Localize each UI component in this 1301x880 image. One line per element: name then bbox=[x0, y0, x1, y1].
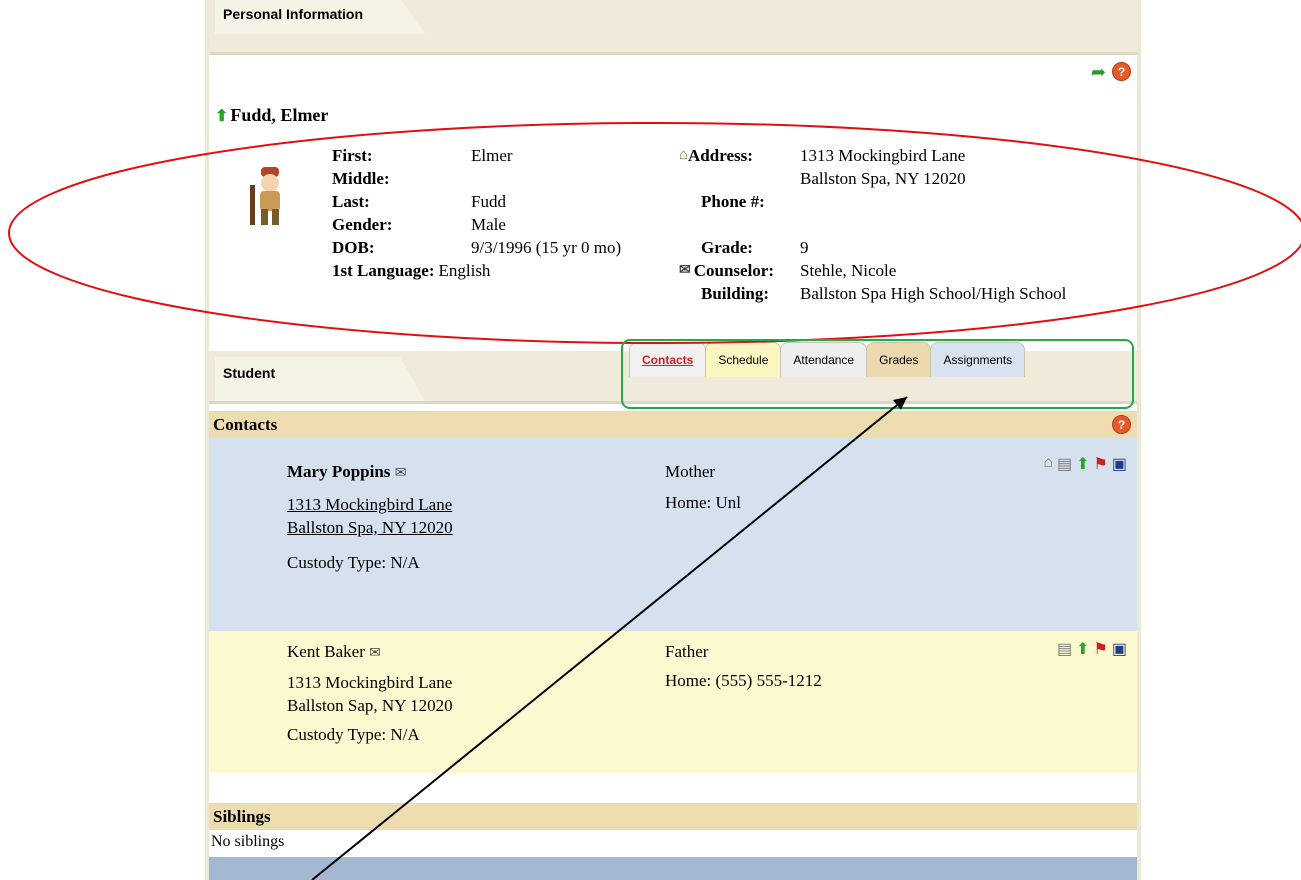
student-avatar bbox=[250, 167, 280, 225]
contact-card-2: Kent Baker ✉ 1313 Mockingbird Lane Balls… bbox=[209, 631, 1137, 773]
info-row-grade: Grade: 9 bbox=[701, 238, 809, 257]
student-panel: Personal Information ➦ ? ⬆ Fudd, Elmer F… bbox=[205, 0, 1141, 880]
help-icon[interactable]: ? bbox=[1112, 62, 1131, 81]
contact-address: 1313 Mockingbird Lane Ballston Sap, NY 1… bbox=[287, 673, 453, 715]
flag-icon[interactable]: ⚑ bbox=[1094, 454, 1108, 474]
contacts-header: Contacts ? bbox=[209, 411, 1137, 438]
info-row-last: Last: Fudd bbox=[332, 192, 506, 211]
tab-contacts[interactable]: Contacts bbox=[629, 342, 707, 377]
email-icon[interactable]: ✉ bbox=[395, 466, 407, 481]
up-arrow-icon[interactable]: ⬆ bbox=[1076, 639, 1089, 659]
info-row-address: ⌂ Address: 1313 Mockingbird Lane bbox=[679, 146, 966, 165]
header-icons: ➦ ? bbox=[1091, 62, 1131, 81]
contact-card-1: Mary Poppins ✉ 1313 Mockingbird Lane Bal… bbox=[209, 438, 1137, 631]
share-arrow-icon[interactable]: ➦ bbox=[1091, 63, 1106, 81]
email-icon[interactable]: ✉ bbox=[679, 259, 691, 282]
info-row-building: Building: Ballston Spa High School/High S… bbox=[701, 284, 1067, 303]
info-row-dob: DOB: 9/3/1996 (15 yr 0 mo) bbox=[332, 238, 622, 257]
info-row-first: First: Elmer bbox=[332, 146, 513, 165]
bottom-bar bbox=[209, 857, 1137, 880]
tab-attendance[interactable]: Attendance bbox=[780, 342, 868, 377]
contact-2-actions: ▤ ⬆ ⚑ ▣ bbox=[1057, 639, 1127, 659]
document-icon[interactable]: ▤ bbox=[1057, 639, 1072, 659]
contact-name: Mary Poppins bbox=[287, 462, 391, 481]
tab-assignments[interactable]: Assignments bbox=[930, 342, 1026, 377]
siblings-text: No siblings bbox=[211, 833, 285, 850]
student-info-right: ⌂ Address: 1313 Mockingbird Lane Ballston… bbox=[679, 146, 1067, 303]
student-info-left: First: Elmer Middle: Last: Fudd Gender: Mal… bbox=[332, 144, 621, 282]
info-row-language: 1st Language: English bbox=[332, 261, 491, 280]
info-row-gender: Gender: Male bbox=[332, 215, 506, 234]
contact-1-actions: ⌂ ▤ ⬆ ⚑ ▣ bbox=[1043, 454, 1127, 474]
info-row-counselor: ✉ Counselor: Stehle, Nicole bbox=[679, 259, 897, 282]
flag-icon[interactable]: ⚑ bbox=[1094, 639, 1108, 659]
contact-address-link[interactable]: 1313 Mockingbird Lane Ballston Spa, NY 1… bbox=[287, 493, 453, 539]
contact-name: Kent Baker bbox=[287, 642, 365, 661]
house-icon: ⌂ bbox=[679, 147, 689, 163]
up-arrow-icon[interactable]: ⬆ bbox=[1076, 454, 1089, 474]
page-tab-bar: Contacts Schedule Attendance Grades Assi… bbox=[629, 342, 1026, 377]
email-icon[interactable]: ✉ bbox=[369, 646, 381, 661]
house-icon[interactable]: ⌂ bbox=[1043, 454, 1053, 474]
info-row-phone: Phone #: bbox=[701, 192, 765, 211]
tab-student[interactable]: Student bbox=[215, 357, 425, 401]
personal-info-tabstrip: Personal Information bbox=[209, 0, 1137, 55]
up-arrow-icon[interactable]: ⬆ bbox=[215, 106, 228, 126]
monitor-icon[interactable]: ▣ bbox=[1112, 639, 1127, 659]
monitor-icon[interactable]: ▣ bbox=[1112, 454, 1127, 474]
tab-personal-information[interactable]: Personal Information bbox=[215, 0, 425, 34]
document-icon[interactable]: ▤ bbox=[1057, 454, 1072, 474]
contacts-help-icon[interactable]: ? bbox=[1112, 415, 1131, 434]
student-name: ⬆ Fudd, Elmer bbox=[215, 105, 328, 126]
info-row-middle: Middle: bbox=[332, 169, 390, 188]
tab-schedule[interactable]: Schedule bbox=[705, 342, 782, 377]
student-name-text: Fudd, Elmer bbox=[230, 105, 329, 125]
siblings-header: Siblings bbox=[209, 803, 1137, 830]
tab-grades[interactable]: Grades bbox=[866, 342, 932, 377]
